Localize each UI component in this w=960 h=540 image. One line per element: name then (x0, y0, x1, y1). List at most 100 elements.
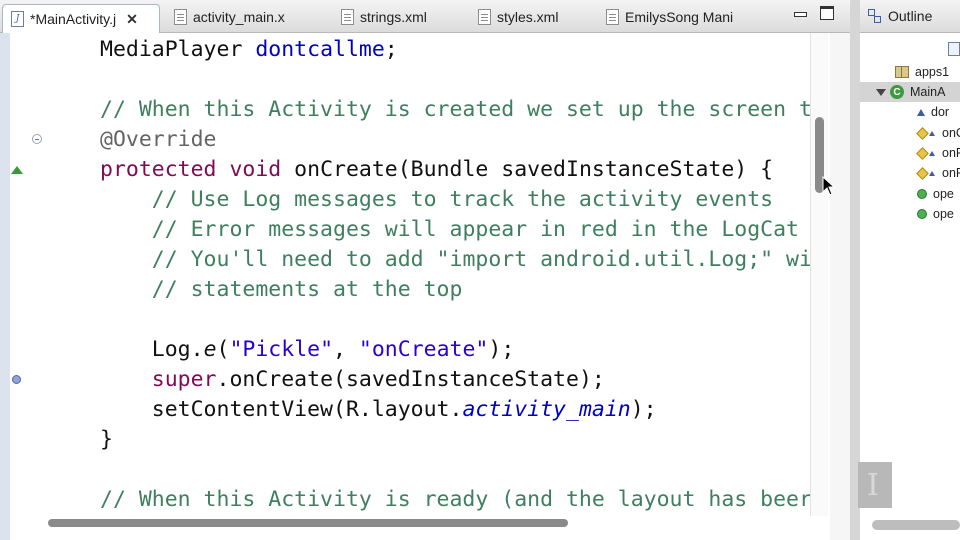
horizontal-scroll-thumb[interactable] (48, 519, 568, 527)
outline-item-label: onC (942, 126, 960, 140)
editor-left-strip (0, 33, 10, 540)
code-token: setContentView(R.layout. (151, 397, 463, 422)
outline-item-label: ope (933, 187, 954, 201)
code-editor[interactable]: MediaPlayer dontcallme; // When this Acti… (0, 33, 850, 540)
xml-file-icon (341, 9, 354, 25)
code-line[interactable]: protected void onCreate(Bundle savedInst… (100, 155, 773, 185)
code-line[interactable]: MediaPlayer dontcallme; (100, 35, 398, 65)
code-line[interactable]: @Override (100, 125, 217, 155)
code-token: .onCreate(savedInstanceState); (216, 367, 605, 392)
code-line[interactable]: } (100, 425, 113, 455)
protected-method-icon (916, 126, 929, 140)
override-decorator-icon (929, 170, 935, 176)
close-icon[interactable]: ✕ (126, 11, 138, 28)
public-method-icon (917, 189, 927, 199)
code-token: ; (384, 37, 398, 62)
class-icon: C (890, 85, 904, 99)
outline-view-icon (868, 9, 882, 23)
tab-label: styles.xml (497, 9, 559, 25)
code-token: super (151, 367, 217, 392)
outline-item-prot[interactable]: onC (860, 123, 960, 143)
code-line[interactable]: // You'll need to add "import android.ut… (100, 245, 810, 275)
tab-strings-xml[interactable]: strings.xml (333, 4, 463, 30)
code-line[interactable]: // Error messages will appear in red in … (100, 215, 799, 245)
code-token: dontcallme (255, 37, 385, 62)
protected-method-icon (916, 146, 929, 160)
override-decorator-icon (929, 150, 935, 156)
outline-item-package[interactable]: apps1 (860, 62, 960, 82)
code-token: MediaPlayer (100, 37, 256, 62)
outline-item-pub[interactable]: ope (860, 184, 960, 204)
code-token: ); (488, 337, 515, 362)
code-token: ( (216, 337, 230, 362)
outline-item-prot[interactable]: onP (860, 163, 960, 183)
override-marker-icon[interactable] (11, 166, 23, 174)
xml-file-icon (478, 9, 491, 25)
code-line[interactable]: setContentView(R.layout.activity_main); (100, 395, 657, 425)
code-line[interactable]: // When this Activity is ready (and the … (100, 485, 810, 513)
fold-collapse-icon[interactable] (32, 134, 42, 144)
overview-ruler (830, 33, 850, 540)
expand-twisty-icon[interactable] (876, 88, 886, 96)
code-token: "Pickle" (229, 337, 334, 362)
code-text[interactable]: MediaPlayer dontcallme; // When this Acti… (100, 33, 810, 513)
code-token: onCreate(Bundle savedInstanceState) { (281, 157, 774, 182)
field-icon (917, 108, 925, 116)
code-token: ); (630, 397, 657, 422)
tab-styles-xml[interactable]: styles.xml (470, 4, 590, 30)
code-line[interactable]: // statements at the top (100, 275, 463, 305)
outline-item-class[interactable]: C MainA (860, 82, 960, 102)
vertical-ruler (10, 33, 52, 540)
text-cursor-icon (858, 462, 892, 508)
code-line[interactable]: // Use Log messages to track the activit… (100, 185, 773, 215)
code-token: // Error messages will appear in red in … (151, 217, 799, 242)
outline-item-label: dor (931, 105, 950, 119)
outline-item-label: onP (942, 166, 960, 180)
code-token: // You'll need to add "import android.ut… (151, 247, 810, 272)
protected-method-icon (916, 166, 929, 180)
vertical-scrollbar[interactable] (810, 33, 828, 516)
public-method-icon (917, 209, 927, 219)
outline-item-label: apps1 (915, 65, 950, 79)
code-token: protected (100, 157, 217, 182)
code-line[interactable]: // When this Activity is created we set … (100, 95, 810, 125)
horizontal-scrollbar[interactable] (44, 516, 814, 530)
tab-label: EmilysSong Mani (625, 9, 734, 25)
java-file-icon: J (11, 11, 24, 27)
pane-divider[interactable] (850, 0, 860, 540)
package-icon (895, 66, 909, 78)
tab-label: activity_main.x (193, 9, 285, 25)
code-token: // When this Activity is ready (and the … (100, 487, 810, 512)
minimize-icon[interactable] (793, 6, 807, 20)
code-line[interactable]: super.onCreate(savedInstanceState); (100, 365, 605, 395)
code-token: activity_main (462, 397, 631, 422)
outline-header[interactable]: Outline (860, 0, 960, 33)
outline-item-prot[interactable]: onR (860, 143, 960, 163)
tab-main-activity[interactable]: J *MainActivity.j ✕ (2, 4, 160, 33)
code-token: Log. (151, 337, 204, 362)
maximize-icon[interactable] (820, 6, 834, 20)
code-token: @Override (100, 127, 217, 152)
code-token: void (229, 157, 282, 182)
outline-item-pub[interactable]: ope (860, 204, 960, 224)
code-line[interactable]: Log.e("Pickle", "onCreate"); (100, 335, 514, 365)
outline-pane: Outline apps1 C MainA dor onC onR onP ope ope (858, 0, 960, 540)
outline-item-field[interactable]: dor (860, 102, 960, 122)
code-token: , (333, 337, 359, 362)
tab-label: strings.xml (360, 9, 427, 25)
outline-title: Outline (888, 8, 933, 24)
occurrence-marker-icon (12, 375, 21, 384)
code-token: // Use Log messages to track the activit… (151, 187, 774, 212)
collapse-all-icon[interactable] (948, 42, 960, 56)
override-decorator-icon (929, 130, 935, 136)
tab-activity-main-xml[interactable]: activity_main.x (166, 4, 321, 30)
outline-horizontal-scrollbar[interactable] (872, 520, 960, 530)
tab-emilyssong-manifest[interactable]: EmilysSong Mani (598, 4, 758, 30)
